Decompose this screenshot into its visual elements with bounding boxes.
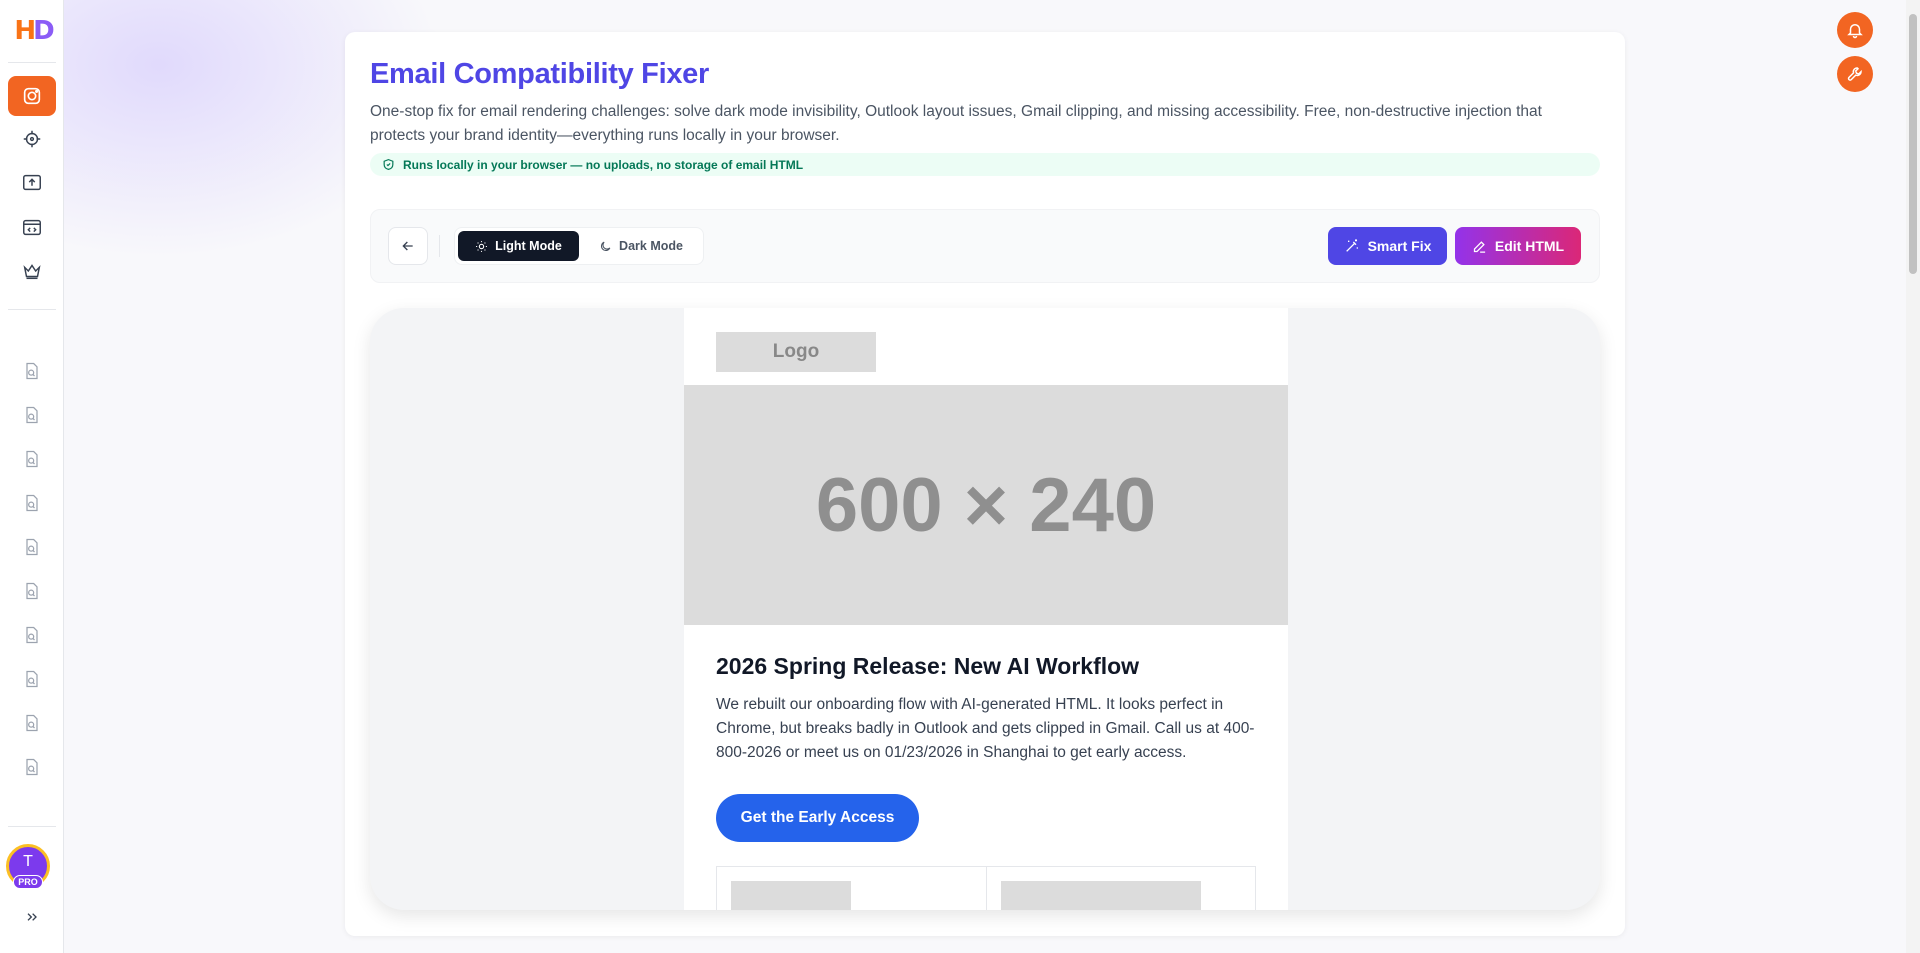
sidebar-history-item[interactable] <box>20 535 44 559</box>
sidebar-history-item[interactable] <box>20 403 44 427</box>
file-search-icon <box>26 494 38 512</box>
sidebar-item-crown[interactable] <box>8 251 56 291</box>
email-cta-button[interactable]: Get the Early Access <box>716 794 919 842</box>
sidebar-item-target[interactable] <box>8 119 56 159</box>
sidebar-history-item[interactable] <box>20 623 44 647</box>
privacy-text: Runs locally in your browser — no upload… <box>403 157 804 172</box>
sidebar: HD T PRO <box>0 0 64 953</box>
magic-wand-icon <box>1345 239 1358 252</box>
target-icon <box>23 130 41 148</box>
toolbar: Light Mode Dark Mode Smart Fix Edit HTML <box>370 209 1600 283</box>
email-two-column-section <box>716 866 1256 910</box>
sidebar-history-item[interactable] <box>20 755 44 779</box>
scrollbar-thumb[interactable] <box>1909 14 1917 274</box>
privacy-banner: Runs locally in your browser — no upload… <box>370 153 1600 176</box>
wrench-icon <box>1847 67 1862 81</box>
sidebar-history-item[interactable] <box>20 491 44 515</box>
light-mode-button[interactable]: Light Mode <box>458 231 579 261</box>
double-chevron-right-icon <box>27 913 37 921</box>
toolbar-divider <box>439 235 440 257</box>
crown-icon <box>23 264 41 280</box>
sidebar-item-upload[interactable] <box>8 163 56 203</box>
pencil-icon <box>1473 240 1486 253</box>
edit-html-button[interactable]: Edit HTML <box>1455 227 1581 265</box>
bell-icon <box>1847 24 1863 39</box>
sidebar-history-item[interactable] <box>20 447 44 471</box>
sun-icon <box>476 240 488 252</box>
sidebar-divider <box>8 62 56 63</box>
page-subtitle: One-stop fix for email rendering challen… <box>370 103 1542 144</box>
email-hero-image: 600 × 240 <box>684 385 1288 625</box>
code-icon <box>23 219 41 236</box>
tools-button[interactable] <box>1837 56 1873 92</box>
dark-mode-button[interactable]: Dark Mode <box>583 231 699 261</box>
email-logo-placeholder: Logo <box>716 332 876 372</box>
sidebar-history-item[interactable] <box>20 667 44 691</box>
sidebar-expand-button[interactable] <box>20 905 44 929</box>
sidebar-item-email-fixer[interactable] <box>8 76 56 116</box>
file-search-icon <box>26 538 38 556</box>
email-paragraph: We rebuilt our onboarding flow with AI-g… <box>716 696 1255 761</box>
sidebar-divider <box>8 826 56 827</box>
email-preview-frame[interactable]: Logo 600 × 240 2026 Spring Release: New … <box>370 308 1600 910</box>
notifications-button[interactable] <box>1837 12 1873 48</box>
file-search-icon <box>26 450 38 468</box>
smart-fix-button[interactable]: Smart Fix <box>1328 227 1447 265</box>
file-search-icon <box>26 670 38 688</box>
upload-icon <box>23 174 41 191</box>
file-search-icon <box>26 758 38 776</box>
sidebar-history-item[interactable] <box>20 579 44 603</box>
email-headline: 2026 Spring Release: New AI Workflow <box>716 653 1140 679</box>
column-divider <box>986 867 987 910</box>
sidebar-divider <box>8 309 56 310</box>
shield-check-icon <box>383 158 394 170</box>
back-button[interactable] <box>388 227 428 265</box>
sidebar-history-item[interactable] <box>20 711 44 735</box>
email-body: Logo 600 × 240 2026 Spring Release: New … <box>684 308 1288 910</box>
app-logo[interactable]: HD <box>10 12 56 50</box>
page-title: Email Compatibility Fixer <box>370 58 709 90</box>
sidebar-history-item[interactable] <box>20 359 44 383</box>
column-image-placeholder <box>1001 881 1201 910</box>
pro-badge: PRO <box>13 875 43 889</box>
file-search-icon <box>26 582 38 600</box>
email-fixer-icon <box>23 87 41 105</box>
arrow-left-icon <box>402 241 413 251</box>
main-card: Email Compatibility Fixer One-stop fix f… <box>345 32 1625 936</box>
file-search-icon <box>26 362 38 380</box>
file-search-icon <box>26 714 38 732</box>
sidebar-item-code[interactable] <box>8 207 56 247</box>
column-image-placeholder <box>731 881 851 910</box>
mode-toggle: Light Mode Dark Mode <box>454 227 704 265</box>
file-search-icon <box>26 626 38 644</box>
file-search-icon <box>26 406 38 424</box>
moon-icon <box>601 241 611 251</box>
